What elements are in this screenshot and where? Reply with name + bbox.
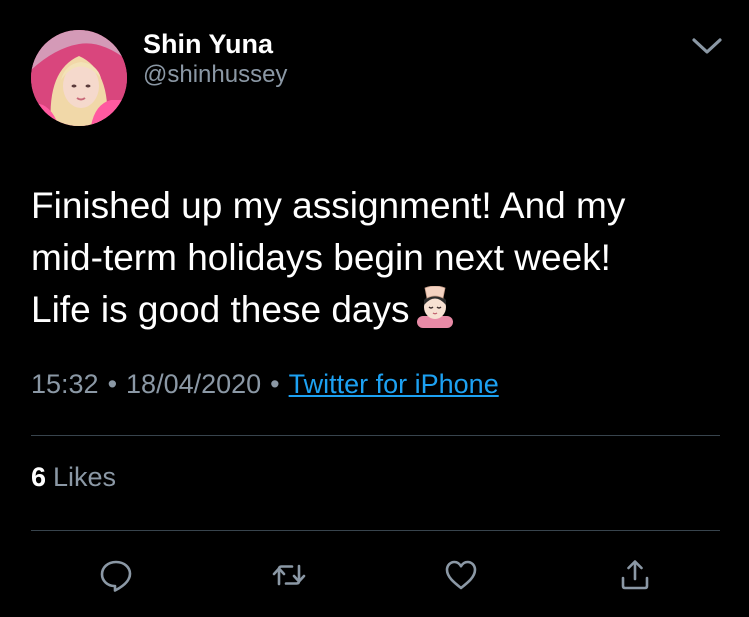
likes-label: Likes — [53, 462, 117, 492]
tweet-line-with-emoji: Life is good these days — [31, 284, 721, 336]
meta-separator: • — [107, 369, 118, 399]
like-icon[interactable] — [443, 557, 479, 593]
display-name[interactable]: Shin Yuna — [143, 28, 273, 60]
retweet-icon[interactable] — [271, 557, 307, 593]
user-handle[interactable]: @shinhussey — [143, 60, 287, 90]
person-getting-massage-emoji — [413, 285, 457, 328]
meta-separator: • — [270, 369, 280, 399]
share-icon[interactable] — [617, 557, 653, 593]
tweet-text: Finished up my assignment! And my mid-te… — [31, 180, 721, 336]
divider — [31, 530, 720, 531]
tweet-source-link[interactable]: Twitter for iPhone — [289, 369, 499, 399]
tweet-time: 15:32 — [31, 369, 99, 399]
tweet-date: 18/04/2020 — [126, 369, 262, 399]
likes-stat[interactable]: 6 Likes — [31, 460, 116, 494]
likes-count: 6 — [31, 462, 47, 492]
divider — [31, 435, 720, 436]
tweet-line: Life is good these days — [31, 289, 410, 330]
reply-icon[interactable] — [98, 557, 134, 593]
avatar[interactable] — [31, 30, 127, 126]
tweet-line: mid-term holidays begin next week! — [31, 237, 611, 278]
tweet-meta: 15:32 • 18/04/2020 • Twitter for iPhone — [31, 366, 499, 402]
tweet-line: Finished up my assignment! And my — [31, 185, 626, 226]
chevron-down-icon[interactable] — [690, 34, 724, 58]
